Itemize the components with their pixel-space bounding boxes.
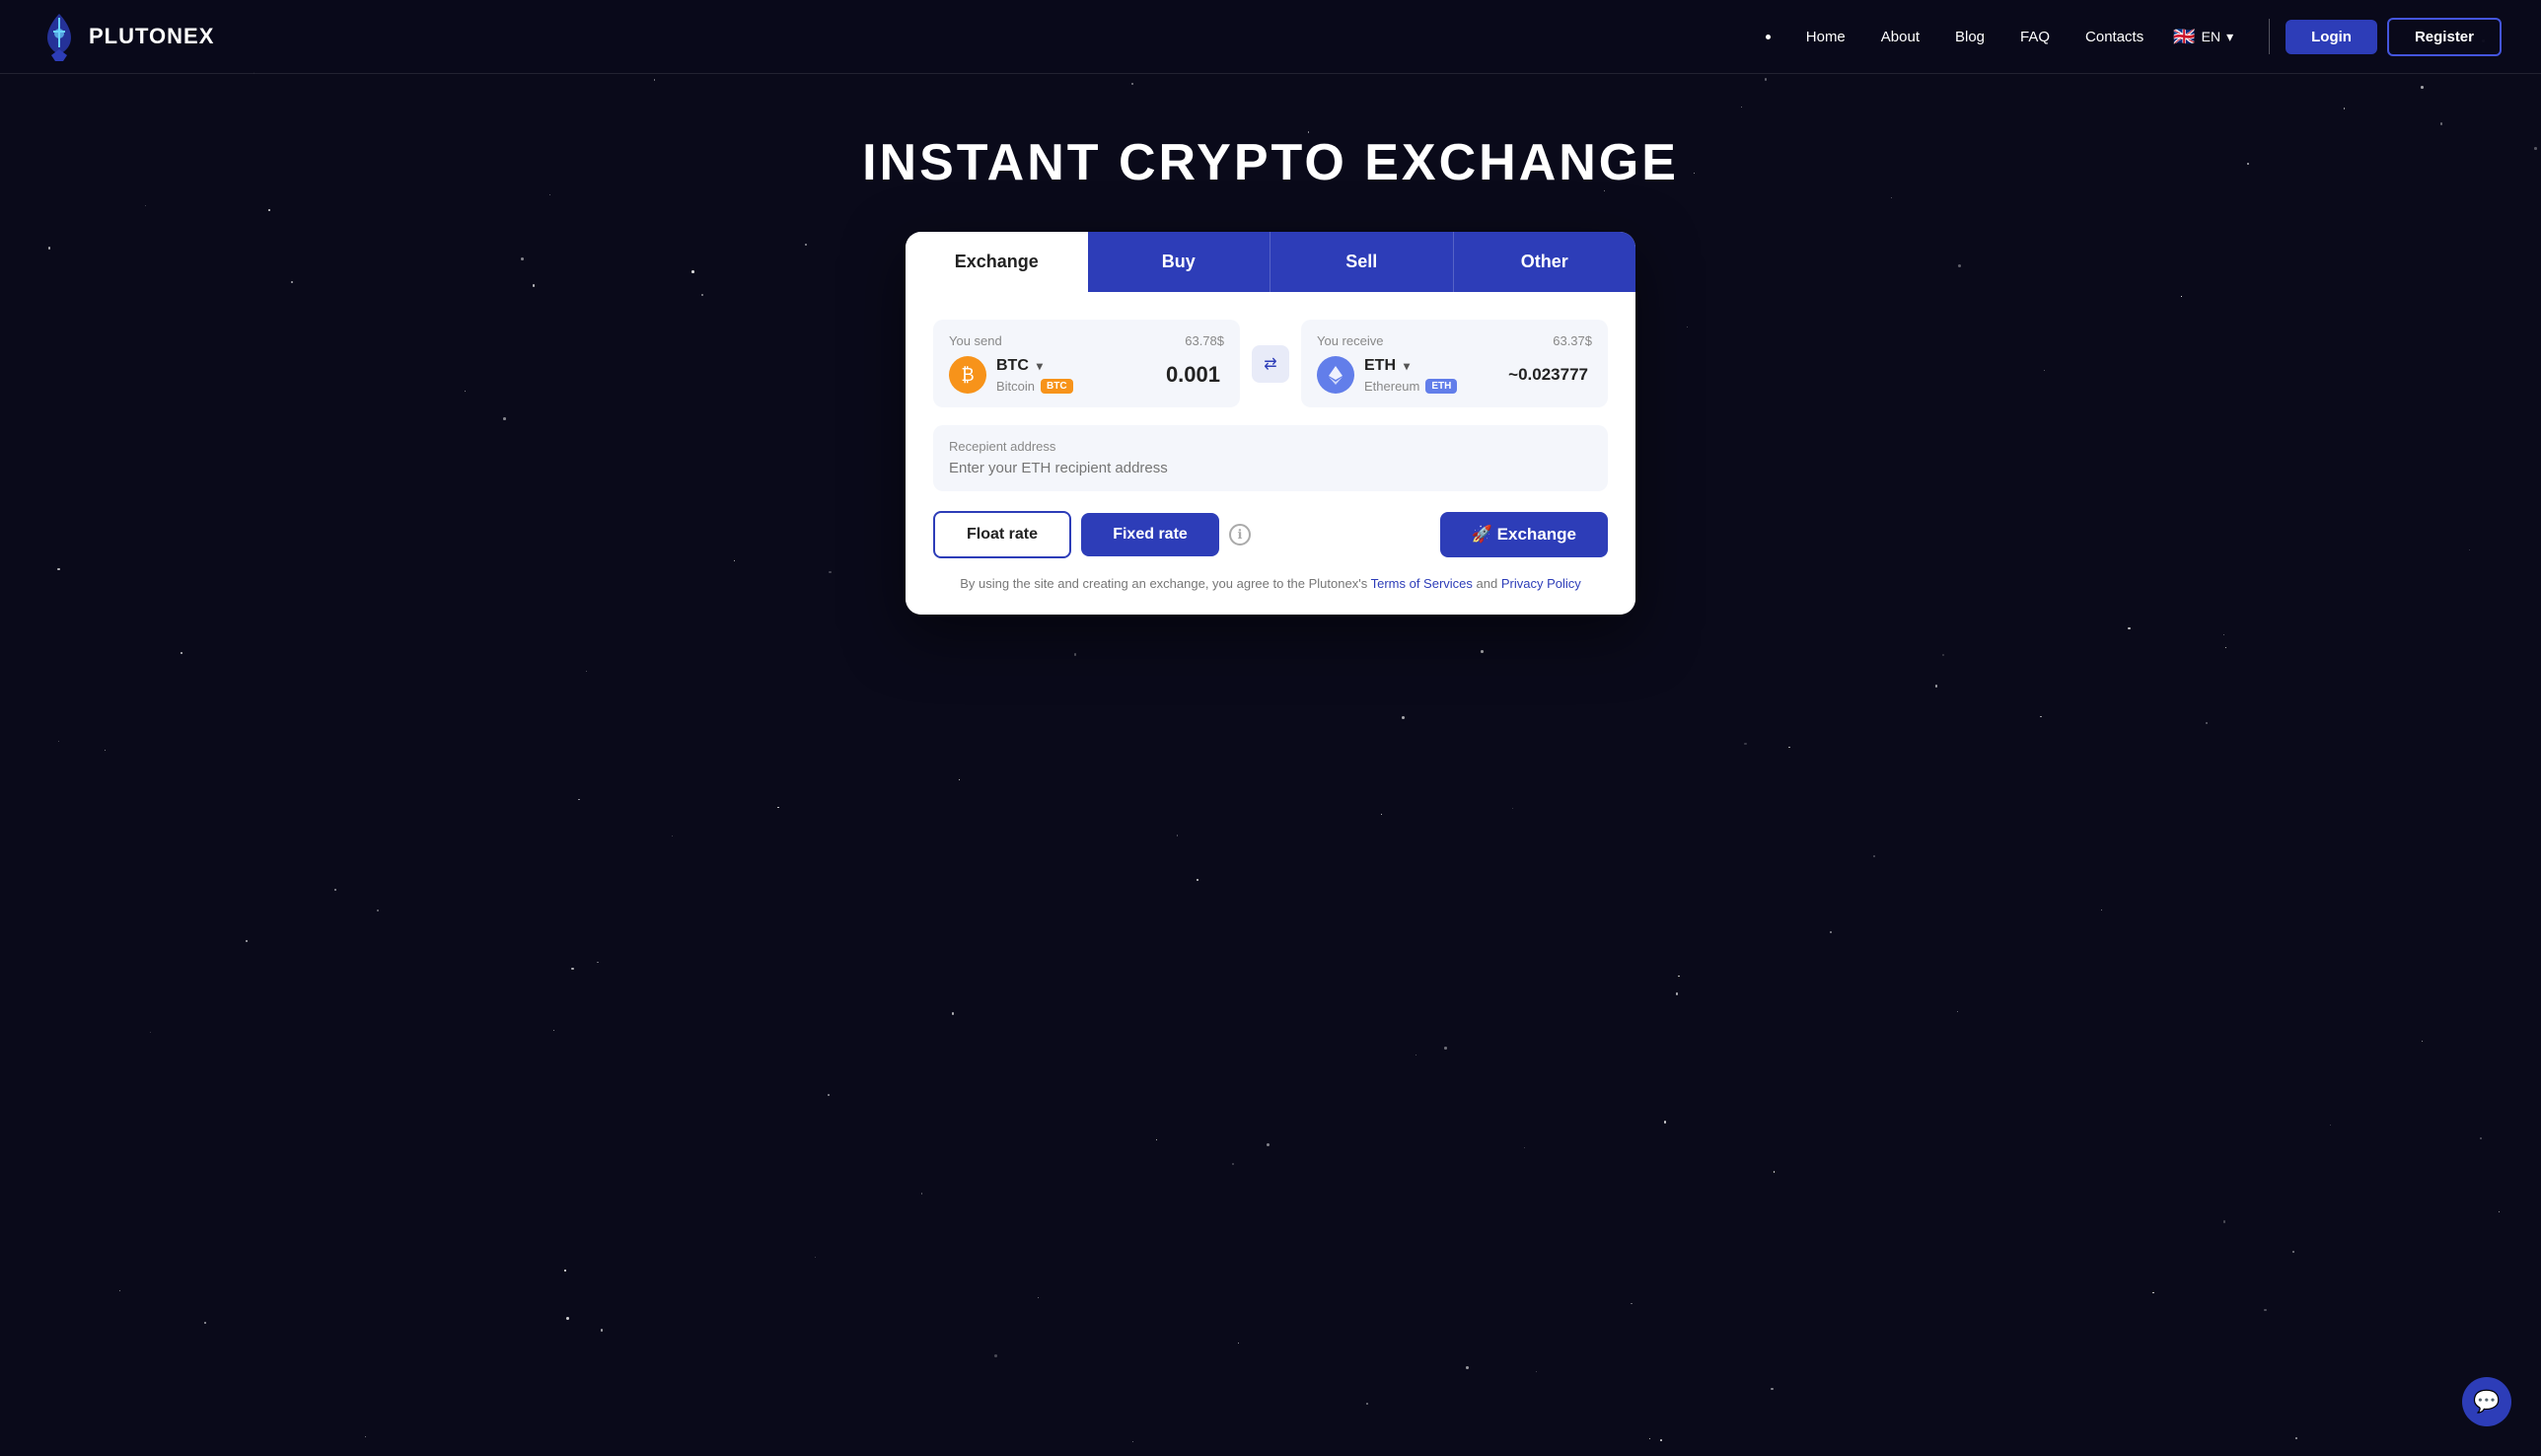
recipient-input[interactable] bbox=[949, 460, 1592, 476]
receive-amount: ~0.023777 bbox=[1508, 365, 1592, 385]
receive-badge: ETH bbox=[1425, 379, 1457, 394]
nav-faq[interactable]: FAQ bbox=[2020, 29, 2050, 45]
privacy-link[interactable]: Privacy Policy bbox=[1501, 576, 1581, 591]
fixed-rate-button[interactable]: Fixed rate bbox=[1081, 513, 1219, 556]
nav-divider bbox=[2269, 19, 2270, 54]
send-currency-info: BTC ▾ Bitcoin BTC bbox=[996, 357, 1073, 394]
send-selector: ₿ BTC ▾ Bitcoin BTC 0.001 bbox=[949, 356, 1224, 394]
disclaimer: By using the site and creating an exchan… bbox=[933, 576, 1608, 591]
chat-icon: 💬 bbox=[2473, 1389, 2500, 1415]
nav-about[interactable]: About bbox=[1881, 29, 1920, 45]
nav-dot bbox=[1766, 35, 1771, 39]
disclaimer-and: and bbox=[1477, 576, 1498, 591]
swap-button[interactable]: ⇄ bbox=[1252, 345, 1289, 383]
receive-label: You receive bbox=[1317, 333, 1592, 348]
main-content: INSTANT CRYPTO EXCHANGE Exchange Buy Sel… bbox=[0, 74, 2541, 654]
send-amount[interactable]: 0.001 bbox=[1166, 362, 1224, 388]
exchange-button[interactable]: 🚀 Exchange bbox=[1440, 512, 1608, 557]
nav-home[interactable]: Home bbox=[1806, 29, 1846, 45]
send-chevron: ▾ bbox=[1037, 359, 1043, 373]
float-rate-button[interactable]: Float rate bbox=[933, 511, 1071, 558]
eth-icon bbox=[1317, 356, 1354, 394]
recipient-label: Recepient address bbox=[949, 439, 1592, 454]
receive-selector: ETH ▾ Ethereum ETH ~0.023777 bbox=[1317, 356, 1592, 394]
send-box: You send 63.78$ ₿ BTC ▾ Bitcoin BTC bbox=[933, 320, 1240, 407]
receive-chevron: ▾ bbox=[1404, 359, 1410, 373]
nav-blog[interactable]: Blog bbox=[1955, 29, 1985, 45]
page-title: INSTANT CRYPTO EXCHANGE bbox=[862, 133, 1679, 192]
receive-usd: 63.37$ bbox=[1553, 333, 1592, 348]
send-usd: 63.78$ bbox=[1185, 333, 1224, 348]
register-button[interactable]: Register bbox=[2387, 18, 2502, 56]
nav-links: Home About Blog FAQ Contacts bbox=[1766, 29, 2143, 45]
tab-bar: Exchange Buy Sell Other bbox=[906, 232, 1635, 292]
tos-link[interactable]: Terms of Services bbox=[1371, 576, 1473, 591]
receive-ticker[interactable]: ETH ▾ bbox=[1364, 357, 1457, 375]
lang-label: EN bbox=[2202, 29, 2220, 44]
navbar: PLUTONEX Home About Blog FAQ Contacts 🇬🇧… bbox=[0, 0, 2541, 74]
lang-chevron: ▾ bbox=[2226, 29, 2233, 45]
disclaimer-text: By using the site and creating an exchan… bbox=[960, 576, 1367, 591]
send-label: You send bbox=[949, 333, 1224, 348]
brand-name: PLUTONEX bbox=[89, 24, 214, 49]
login-button[interactable]: Login bbox=[2286, 20, 2377, 54]
receive-currency-info: ETH ▾ Ethereum ETH bbox=[1364, 357, 1457, 394]
send-ticker[interactable]: BTC ▾ bbox=[996, 357, 1073, 375]
tab-buy[interactable]: Buy bbox=[1088, 232, 1270, 292]
send-fullname: Bitcoin bbox=[996, 379, 1035, 394]
tab-sell[interactable]: Sell bbox=[1270, 232, 1453, 292]
chat-button[interactable]: 💬 bbox=[2462, 1377, 2511, 1426]
receive-fullname: Ethereum bbox=[1364, 379, 1419, 394]
btc-icon: ₿ bbox=[949, 356, 986, 394]
logo-area: PLUTONEX bbox=[39, 12, 1766, 61]
recipient-box: Recepient address bbox=[933, 425, 1608, 491]
tab-other[interactable]: Other bbox=[1453, 232, 1636, 292]
rate-row: Float rate Fixed rate ℹ 🚀 Exchange bbox=[933, 511, 1608, 558]
exchange-card: Exchange Buy Sell Other You send 63.78$ … bbox=[906, 232, 1635, 615]
exchange-row: You send 63.78$ ₿ BTC ▾ Bitcoin BTC bbox=[933, 320, 1608, 407]
send-badge: BTC bbox=[1041, 379, 1073, 394]
info-icon[interactable]: ℹ bbox=[1229, 524, 1251, 546]
logo-icon bbox=[39, 12, 79, 61]
nav-contacts[interactable]: Contacts bbox=[2085, 29, 2143, 45]
language-selector[interactable]: 🇬🇧 EN ▾ bbox=[2173, 27, 2233, 47]
card-body: You send 63.78$ ₿ BTC ▾ Bitcoin BTC bbox=[906, 292, 1635, 615]
tab-exchange[interactable]: Exchange bbox=[906, 232, 1088, 292]
receive-box: You receive 63.37$ ETH ▾ bbox=[1301, 320, 1608, 407]
